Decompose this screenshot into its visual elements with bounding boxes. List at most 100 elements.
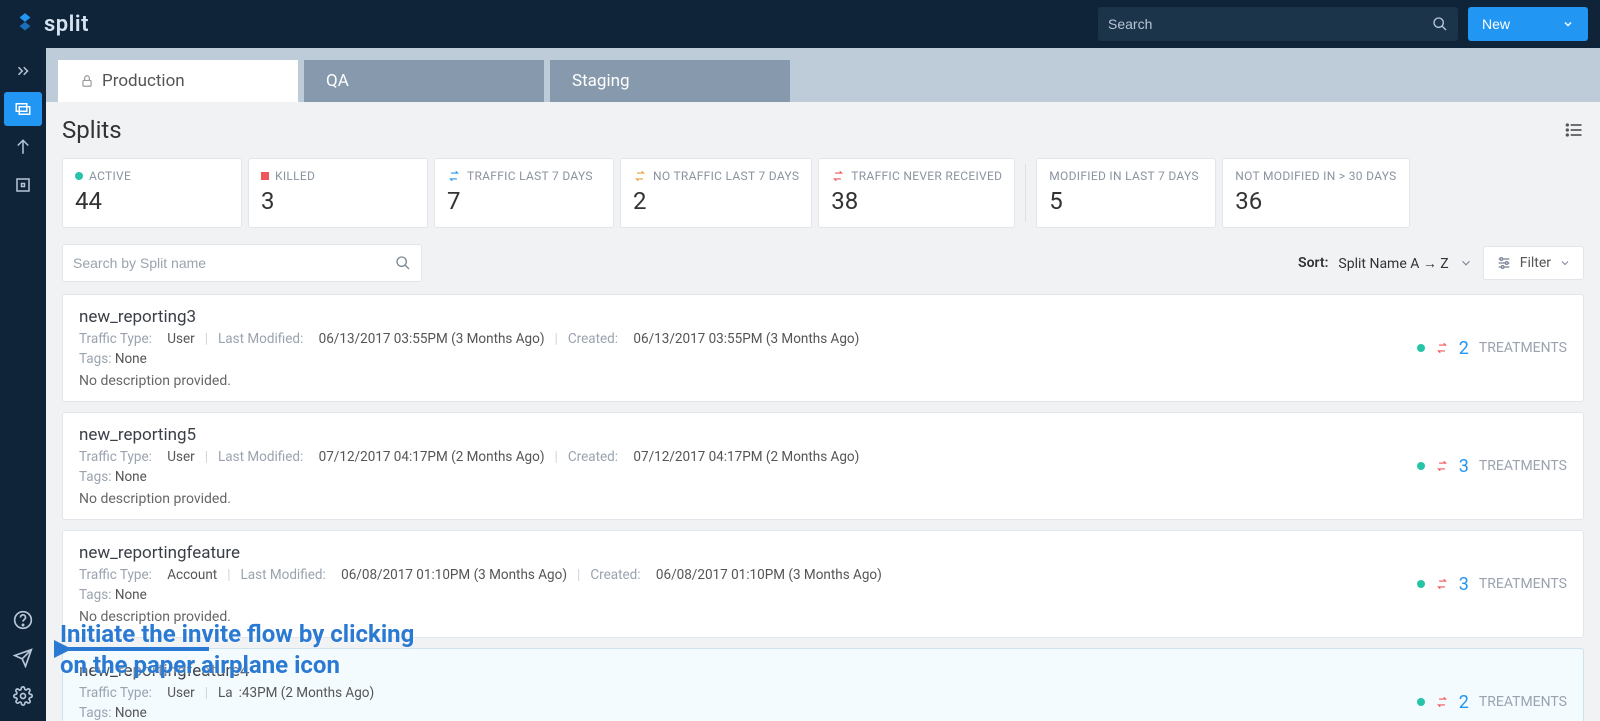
rail-expand[interactable] [4,54,42,88]
new-button-label: New [1482,16,1510,32]
stat-divider [1025,164,1026,222]
status-dot-icon [1417,462,1425,470]
stat-value: 44 [75,187,229,215]
lock-icon [80,74,94,88]
treatments-label: TREATMENTS [1479,694,1567,710]
stat-label: MODIFIED IN LAST 7 DAYS [1049,169,1203,183]
status-dot-icon [1417,580,1425,588]
rail-settings[interactable] [4,679,42,713]
filter-button[interactable]: Filter [1483,246,1584,280]
stat-card[interactable]: KILLED 3 [248,158,428,228]
stat-label: TRAFFIC LAST 7 DAYS [447,169,601,183]
split-description: No description provided. [79,609,1417,625]
split-meta: Traffic Type: User|La:43PM (2 Months Ago… [79,685,1417,701]
logo-icon [12,11,38,37]
split-row[interactable]: new_reporting5Traffic Type: User|Last Mo… [62,412,1584,520]
page-title: Splits [62,116,122,144]
env-tab-qa[interactable]: QA [304,60,544,102]
env-tab-staging[interactable]: Staging [550,60,790,102]
rail-help[interactable] [4,603,42,637]
status-dot-icon [1417,698,1425,706]
split-description: No description provided. [79,491,1417,507]
global-search-input[interactable] [1108,16,1432,32]
search-icon [1432,16,1448,32]
stat-card[interactable]: MODIFIED IN LAST 7 DAYS 5 [1036,158,1216,228]
treatments-count: 2 [1459,338,1469,359]
stat-icon [261,169,269,183]
status-dot-icon [1417,344,1425,352]
sort-value[interactable]: Split Name A → Z [1338,255,1448,272]
split-meta: Traffic Type: User|Last Modified: 06/13/… [79,331,1417,347]
logo: split [12,11,89,37]
split-description: No description provided. [79,373,1417,389]
split-name: new_reporting5 [79,425,1417,445]
split-row[interactable]: new_reportingfeature4 Traffic Type: User|… [62,648,1584,721]
env-tab-production[interactable]: Production [58,60,298,102]
split-name: new_reportingfeature4 [79,661,1417,681]
stat-card[interactable]: TRAFFIC NEVER RECEIVED 38 [818,158,1015,228]
stat-label: NOT MODIFIED IN > 30 DAYS [1235,169,1396,183]
split-tags: Tags: None [79,351,1417,367]
rail-splits[interactable] [4,92,42,126]
split-name: new_reporting3 [79,307,1417,327]
list-view-toggle[interactable] [1564,120,1584,140]
split-right: 3 TREATMENTS [1417,543,1567,625]
env-tab-label: Staging [572,71,630,91]
stat-label: KILLED [261,169,415,183]
stat-label: NO TRAFFIC LAST 7 DAYS [633,169,799,183]
stat-value: 36 [1235,187,1396,215]
chevron-down-icon[interactable] [1459,256,1473,270]
treatments-label: TREATMENTS [1479,340,1567,356]
stat-icon [447,169,461,183]
filter-label: Filter [1520,255,1551,271]
split-search-input[interactable] [73,255,395,271]
swap-icon [1435,577,1449,591]
environment-tabs: Production QA Staging [46,48,1600,102]
stat-value: 2 [633,187,799,215]
top-nav: split New [0,0,1600,48]
swap-icon [1435,341,1449,355]
rail-grid[interactable] [4,168,42,202]
split-meta: Traffic Type: Account|Last Modified: 06/… [79,567,1417,583]
stat-value: 3 [261,187,415,215]
stat-card[interactable]: NOT MODIFIED IN > 30 DAYS 36 [1222,158,1409,228]
split-name: new_reportingfeature [79,543,1417,563]
sort-label: Sort: [1298,255,1328,271]
stat-card[interactable]: ACTIVE44 [62,158,242,228]
chevron-down-icon [1562,18,1574,30]
split-tags: Tags: None [79,469,1417,485]
sliders-icon [1496,255,1512,271]
page-header: Splits [46,102,1600,148]
treatments-label: TREATMENTS [1479,576,1567,592]
search-icon [395,255,411,271]
stat-card[interactable]: NO TRAFFIC LAST 7 DAYS 2 [620,158,812,228]
new-button[interactable]: New [1468,7,1588,41]
split-tags: Tags: None [79,587,1417,603]
env-tab-label: QA [326,71,349,91]
stats-row: ACTIVE44KILLED3TRAFFIC LAST 7 DAYS7NO TR… [46,148,1600,228]
treatments-label: TREATMENTS [1479,458,1567,474]
stat-value: 38 [831,187,1002,215]
chevron-down-icon [1559,257,1571,269]
split-right: 2 TREATMENTS [1417,307,1567,389]
split-row[interactable]: new_reporting3 Traffic Type: User|Last Mo… [62,294,1584,402]
stat-value: 5 [1049,187,1203,215]
rail-flow[interactable] [4,130,42,164]
rail-invite[interactable] [4,641,42,675]
stat-icon [75,169,83,183]
global-search[interactable] [1098,7,1458,41]
treatments-count: 3 [1459,574,1469,595]
stat-card[interactable]: TRAFFIC LAST 7 DAYS7 [434,158,614,228]
stat-icon [633,169,647,183]
main: ProductionQAStaging Splits ACTIVE44KILLE… [46,48,1600,721]
stat-icon [831,169,845,183]
split-search[interactable] [62,244,422,282]
split-row[interactable]: new_reportingfeature Traffic Type: Accoun… [62,530,1584,638]
stat-label: TRAFFIC NEVER RECEIVED [831,169,1002,183]
env-tab-label: Production [102,71,185,91]
swap-icon [1435,695,1449,709]
left-rail [0,48,46,721]
swap-icon [1435,459,1449,473]
treatments-count: 3 [1459,456,1469,477]
split-right: 2TREATMENTS [1417,661,1567,721]
